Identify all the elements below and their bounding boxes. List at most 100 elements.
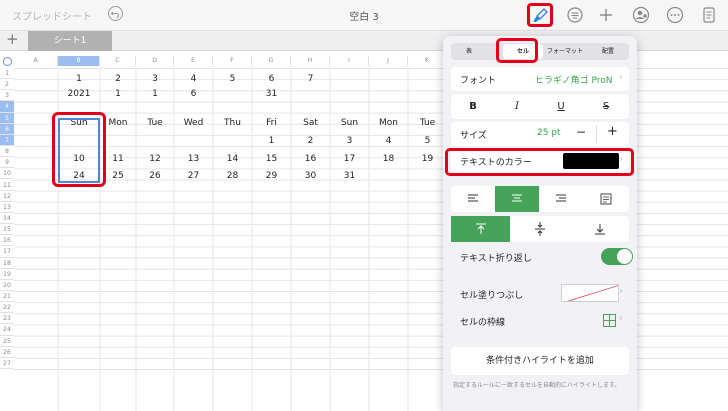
row-header-12[interactable]: 12 [0, 191, 14, 202]
row-header-6[interactable]: 6 [0, 123, 14, 135]
size-decrease-button[interactable]: − [576, 125, 586, 139]
add-conditional-highlight-button[interactable]: 条件付きハイライトを追加 [451, 347, 629, 375]
format-button[interactable] [527, 3, 553, 27]
column-header-j[interactable]: J [369, 56, 408, 66]
row-header-17[interactable]: 17 [0, 246, 14, 258]
list-icon[interactable] [565, 5, 585, 25]
column-header-g[interactable]: G [252, 56, 291, 66]
cell-j-4[interactable]: Mon [369, 118, 408, 128]
cell-h-7[interactable]: 30 [291, 171, 330, 181]
column-header-c[interactable]: C [100, 56, 136, 66]
cell-f-1[interactable]: 5 [213, 74, 252, 84]
cell-b-2[interactable]: 2021 [58, 89, 100, 99]
font-row[interactable]: フォント ヒラギノ角ゴ ProN › [451, 67, 629, 91]
row-header-22[interactable]: 22 [0, 302, 14, 314]
cell-i-6[interactable]: 17 [330, 154, 369, 164]
cell-k-5[interactable]: 5 [408, 136, 447, 146]
row-header-9[interactable]: 9 [0, 157, 14, 169]
document-icon[interactable] [699, 5, 719, 25]
align-center-icon[interactable] [495, 186, 539, 212]
italic-button[interactable]: I [495, 94, 539, 119]
row-header-3[interactable]: 3 [0, 90, 14, 102]
cell-h-5[interactable]: 2 [291, 136, 330, 146]
cell-border-row[interactable]: セルの枠線 › [451, 308, 629, 333]
cell-i-5[interactable]: 3 [330, 136, 369, 146]
column-header-h[interactable]: H [291, 56, 330, 66]
add-sheet-button[interactable]: + [6, 30, 19, 48]
column-header-e[interactable]: E [174, 56, 213, 66]
cell-d-7[interactable]: 26 [136, 171, 174, 181]
row-header-20[interactable]: 20 [0, 280, 14, 291]
more-icon[interactable] [665, 5, 685, 25]
row-header-8[interactable]: 8 [0, 146, 14, 158]
cell-e-7[interactable]: 27 [174, 171, 213, 181]
size-increase-button[interactable]: + [607, 124, 618, 139]
row-header-10[interactable]: 10 [0, 168, 14, 180]
cell-f-6[interactable]: 14 [213, 154, 252, 164]
cell-d-2[interactable]: 1 [136, 89, 174, 99]
cell-e-1[interactable]: 4 [174, 74, 213, 84]
row-header-18[interactable]: 18 [0, 258, 14, 269]
row-header-4[interactable]: 4 [0, 101, 14, 113]
row-header-25[interactable]: 25 [0, 336, 14, 347]
border-grid-icon[interactable] [603, 314, 616, 327]
select-all-icon[interactable] [3, 57, 12, 66]
row-header-14[interactable]: 14 [0, 213, 14, 225]
cell-h-1[interactable]: 7 [291, 74, 330, 84]
plus-icon[interactable] [596, 5, 616, 25]
row-header-19[interactable]: 19 [0, 269, 14, 280]
wrap-text-toggle[interactable] [601, 248, 633, 265]
cell-e-2[interactable]: 6 [174, 89, 213, 99]
bold-button[interactable]: B [451, 94, 495, 119]
cell-fill-swatch[interactable] [561, 284, 619, 302]
align-right-icon[interactable] [539, 186, 583, 211]
row-header-7[interactable]: 7 [0, 134, 14, 147]
cell-h-6[interactable]: 16 [291, 154, 330, 164]
cell-g-2[interactable]: 31 [252, 89, 291, 99]
row-header-21[interactable]: 21 [0, 291, 14, 303]
align-bottom-icon[interactable] [570, 216, 629, 241]
underline-button[interactable]: U [539, 94, 583, 119]
align-left-icon[interactable] [451, 186, 495, 211]
cell-g-6[interactable]: 15 [252, 154, 291, 164]
column-header-b[interactable]: B [58, 56, 100, 66]
cell-g-4[interactable]: Fri [252, 118, 291, 128]
align-middle-icon[interactable] [510, 216, 570, 241]
cell-d-6[interactable]: 12 [136, 154, 174, 164]
cell-b-1[interactable]: 1 [58, 74, 100, 84]
tab-arrange[interactable]: 配置 [587, 43, 629, 60]
cell-g-5[interactable]: 1 [252, 136, 291, 146]
cell-d-4[interactable]: Tue [136, 118, 174, 128]
column-header-a[interactable]: A [14, 56, 58, 66]
row-header-24[interactable]: 24 [0, 324, 14, 336]
cell-c-1[interactable]: 2 [100, 74, 136, 84]
align-auto-icon[interactable] [583, 186, 629, 211]
row-header-15[interactable]: 15 [0, 224, 14, 236]
row-header-13[interactable]: 13 [0, 202, 14, 213]
align-top-icon[interactable] [451, 216, 510, 242]
cell-f-4[interactable]: Thu [213, 118, 252, 128]
cell-e-6[interactable]: 13 [174, 154, 213, 164]
cell-fill-row[interactable]: セル塗りつぶし › [451, 281, 629, 306]
document-title[interactable]: 空白 3 [0, 8, 728, 23]
row-header-2[interactable]: 2 [0, 79, 14, 91]
row-header-5[interactable]: 5 [0, 112, 14, 124]
cell-g-1[interactable]: 6 [252, 74, 291, 84]
cell-i-7[interactable]: 31 [330, 171, 369, 181]
row-header-11[interactable]: 11 [0, 180, 14, 191]
tab-table[interactable]: 表 [451, 43, 487, 60]
row-header-26[interactable]: 26 [0, 347, 14, 358]
cell-e-4[interactable]: Wed [174, 118, 213, 128]
cell-g-7[interactable]: 29 [252, 171, 291, 181]
cell-j-5[interactable]: 4 [369, 136, 408, 146]
column-header-f[interactable]: F [213, 56, 252, 66]
cell-i-4[interactable]: Sun [330, 118, 369, 128]
strikethrough-button[interactable]: S [583, 94, 629, 119]
row-header-16[interactable]: 16 [0, 235, 14, 247]
row-header-23[interactable]: 23 [0, 313, 14, 325]
cell-c-2[interactable]: 1 [100, 89, 136, 99]
row-header-1[interactable]: 1 [0, 68, 14, 80]
row-header-27[interactable]: 27 [0, 358, 14, 370]
cell-j-6[interactable]: 18 [369, 154, 408, 164]
tab-format[interactable]: フォーマット [543, 43, 587, 60]
